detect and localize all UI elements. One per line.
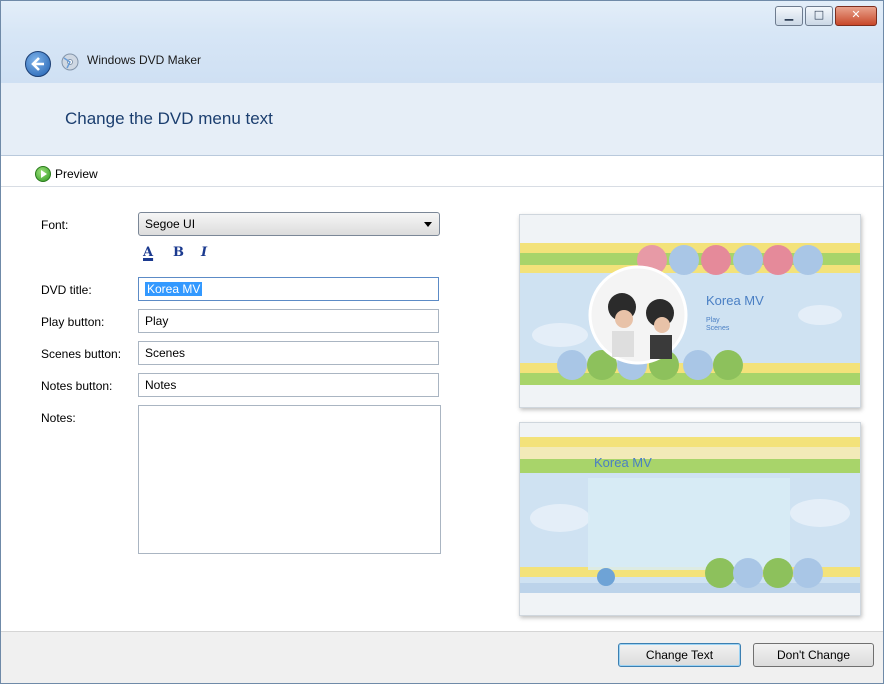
font-select-value: Segoe UI	[145, 217, 196, 231]
back-button[interactable]	[25, 51, 51, 77]
main-menu-preview: Korea MV Play Scenes	[519, 214, 861, 408]
notes-label: Notes:	[41, 411, 76, 425]
main-menu-art	[532, 245, 842, 380]
scenes-preview-title: Korea MV	[594, 455, 652, 470]
dvd-title-input[interactable]: Korea MV	[138, 277, 439, 301]
dont-change-button[interactable]: Don't Change	[753, 643, 874, 667]
font-select[interactable]: Segoe UI	[138, 212, 440, 236]
minimize-icon: ▁	[784, 8, 794, 21]
play-icon	[35, 166, 51, 182]
notes-button-input[interactable]: Notes	[138, 373, 439, 397]
title-bar	[1, 1, 883, 83]
footer-bar	[1, 631, 883, 683]
dvd-maker-window: ▁ □ ✕ Windows DVD Maker Change the DVD m…	[0, 0, 884, 684]
preview-menu-items: Play Scenes	[706, 317, 729, 333]
preview-title: Korea MV	[706, 293, 764, 308]
dvd-title-label: DVD title:	[41, 283, 92, 297]
chevron-down-icon	[424, 222, 432, 227]
window-controls: ▁ □ ✕	[775, 6, 877, 26]
play-button-input[interactable]: Play	[138, 309, 439, 333]
bold-button[interactable]: B	[173, 245, 184, 260]
maximize-button[interactable]: □	[805, 6, 833, 26]
maximize-icon: □	[813, 8, 825, 21]
preview-item-play: Play	[706, 317, 720, 324]
dvd-title-value: Korea MV	[145, 282, 203, 296]
scenes-menu-art	[530, 478, 850, 588]
preview-button[interactable]: Preview	[35, 166, 98, 182]
scenes-button-input[interactable]: Scenes	[138, 341, 439, 365]
close-icon: ✕	[851, 8, 861, 21]
font-color-button[interactable]: A	[143, 245, 153, 260]
preview-label: Preview	[55, 167, 98, 181]
page-title: Change the DVD menu text	[65, 109, 273, 128]
scenes-button-label: Scenes button:	[41, 347, 122, 361]
change-text-button[interactable]: Change Text	[618, 643, 741, 667]
dvd-maker-app-icon	[61, 53, 79, 71]
minimize-button[interactable]: ▁	[775, 6, 803, 26]
scenes-menu-preview: Korea MV	[519, 422, 861, 616]
close-button[interactable]: ✕	[835, 6, 877, 26]
notes-textarea[interactable]	[138, 405, 441, 554]
font-label: Font:	[41, 218, 69, 232]
italic-button[interactable]: I	[201, 245, 207, 260]
window-title: Windows DVD Maker	[87, 53, 202, 67]
back-arrow-icon	[31, 57, 44, 71]
toolbar	[1, 156, 883, 187]
preview-item-scenes: Scenes	[706, 325, 730, 332]
play-button-label: Play button:	[41, 315, 105, 329]
notes-button-label: Notes button:	[41, 379, 113, 393]
